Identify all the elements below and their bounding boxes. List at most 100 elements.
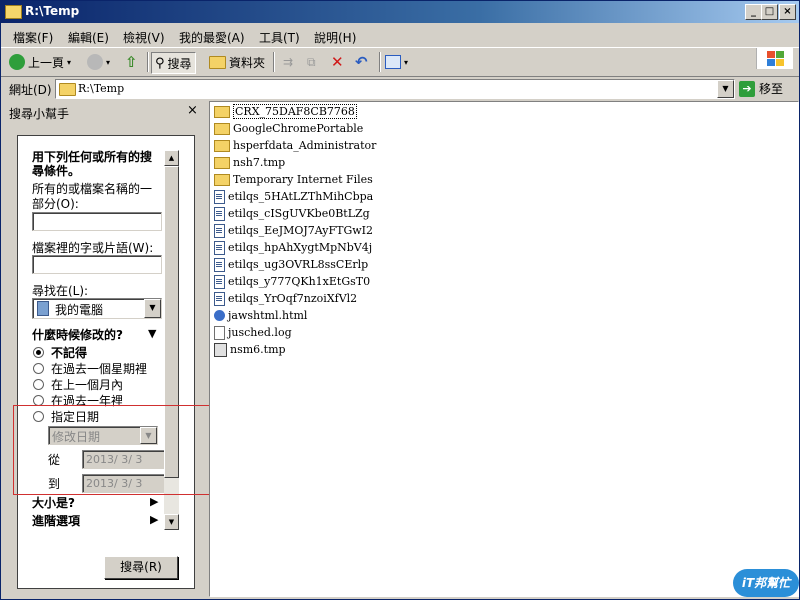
when-option-label: 在過去一個星期裡 xyxy=(51,362,148,376)
expand-arrow-icon[interactable]: ▶ xyxy=(150,513,158,526)
expand-triangle-icon[interactable]: ▼ xyxy=(148,327,156,340)
tmp-file-icon xyxy=(214,342,227,357)
close-button[interactable]: × xyxy=(779,4,796,20)
list-item[interactable]: nsh7.tmp xyxy=(214,154,285,171)
phrase-input[interactable] xyxy=(32,255,162,274)
forward-arrow-icon xyxy=(87,54,103,70)
back-arrow-icon xyxy=(9,54,25,70)
chevron-down-icon: ▾ xyxy=(67,57,72,67)
when-option-radio[interactable] xyxy=(33,379,44,390)
computer-icon xyxy=(37,301,49,316)
menu-file[interactable]: 檔案(F) xyxy=(13,29,53,46)
scroll-up-button[interactable]: ▲ xyxy=(164,150,179,166)
file-name: hsperfdata_Administrator xyxy=(233,139,377,152)
back-button[interactable]: 上一頁 ▾ xyxy=(9,52,71,72)
look-in-select[interactable]: 我的電腦 ▼ xyxy=(32,298,162,319)
list-item[interactable]: etilqs_y777QKh1xEtGsT0 xyxy=(214,273,370,290)
menu-edit[interactable]: 編輯(E) xyxy=(68,29,109,46)
file-icon xyxy=(214,189,225,204)
forward-button[interactable]: ▾ xyxy=(87,52,110,72)
expand-arrow-icon[interactable]: ▶ xyxy=(150,495,158,508)
up-arrow-icon: ⇧ xyxy=(125,53,138,71)
folders-label: 資料夾 xyxy=(229,55,266,70)
search-button[interactable]: ⚲ 搜尋 xyxy=(151,52,196,74)
file-name: etilqs_ug3OVRL8ssCErlp xyxy=(228,258,369,271)
file-icon xyxy=(214,223,225,238)
when-heading[interactable]: 什麼時候修改的? xyxy=(32,328,123,342)
address-input[interactable]: R:\Temp ▼ xyxy=(55,79,735,99)
size-heading[interactable]: 大小是? xyxy=(32,496,75,510)
address-bar: 網址(D) R:\Temp ▼ ➔ 移至 xyxy=(1,77,799,101)
views-button[interactable]: ▾ xyxy=(385,52,408,72)
look-in-label: 尋找在(L): xyxy=(32,284,89,298)
list-item[interactable]: etilqs_YrOqf7nzoiXfVl2 xyxy=(214,290,357,307)
list-item[interactable]: etilqs_EeJMOJ7AyFTGwI2 xyxy=(214,222,373,239)
menu-tools[interactable]: 工具(T) xyxy=(259,29,300,46)
close-pane-button[interactable]: × xyxy=(187,103,198,118)
chevron-down-icon: ▾ xyxy=(106,57,111,67)
list-item[interactable]: hsperfdata_Administrator xyxy=(214,137,376,154)
go-button[interactable]: ➔ 移至 xyxy=(739,80,783,97)
html-file-icon xyxy=(214,310,225,321)
file-name: jusched.log xyxy=(228,326,292,339)
chevron-down-icon: ▾ xyxy=(404,57,409,67)
when-option-radio[interactable] xyxy=(33,363,44,374)
folder-icon xyxy=(59,83,76,96)
highlight-annotation-box xyxy=(13,405,213,495)
scroll-down-button[interactable]: ▼ xyxy=(164,514,179,530)
window-title: R:\Temp xyxy=(25,4,80,18)
undo-icon: ↶ xyxy=(355,53,368,71)
minimize-button[interactable]: _ xyxy=(745,4,762,20)
watermark-logo: iT邦幫忙 xyxy=(733,569,799,597)
copy-to-button[interactable]: ⧉ xyxy=(307,52,316,72)
folder-icon xyxy=(209,55,226,69)
delete-icon: ✕ xyxy=(331,53,344,71)
folders-button[interactable]: 資料夾 xyxy=(209,52,265,72)
address-dropdown-button[interactable]: ▼ xyxy=(717,80,734,98)
when-option-radio[interactable] xyxy=(33,347,44,358)
file-name: Temporary Internet Files xyxy=(233,173,373,186)
copy-to-icon: ⧉ xyxy=(307,54,316,69)
when-option-label: 在上一個月內 xyxy=(51,378,124,392)
name-input[interactable] xyxy=(32,212,162,231)
list-item[interactable]: etilqs_cISgUVKbe0BtLZg xyxy=(214,205,370,222)
advanced-heading[interactable]: 進階選項 xyxy=(32,514,80,528)
list-item[interactable]: jawshtml.html xyxy=(214,307,307,324)
explorer-window: R:\Temp _ □ × 檔案(F) 編輯(E) 檢視(V) 我的最愛(A) … xyxy=(0,0,800,600)
toolbar-separator xyxy=(379,52,381,72)
menu-favorites[interactable]: 我的最愛(A) xyxy=(179,29,245,46)
list-item[interactable]: CRX_75DAF8CB7768 xyxy=(214,103,357,120)
list-item[interactable]: Temporary Internet Files xyxy=(214,171,373,188)
file-icon xyxy=(214,291,225,306)
menu-view[interactable]: 檢視(V) xyxy=(123,29,165,46)
list-item[interactable]: etilqs_hpAhXygtMpNbV4j xyxy=(214,239,372,256)
search-submit-button[interactable]: 搜尋(R) xyxy=(104,556,178,579)
maximize-button[interactable]: □ xyxy=(761,4,778,20)
look-in-dropdown-button[interactable]: ▼ xyxy=(144,299,161,318)
views-icon xyxy=(385,55,401,69)
list-item[interactable]: etilqs_ug3OVRL8ssCErlp xyxy=(214,256,368,273)
go-arrow-icon: ➔ xyxy=(739,80,755,97)
when-option-label: 不記得 xyxy=(51,346,88,360)
menu-help[interactable]: 說明(H) xyxy=(314,29,356,46)
up-folder-button[interactable]: ⇧ xyxy=(125,52,138,72)
file-name: nsm6.tmp xyxy=(230,343,286,356)
file-list: CRX_75DAF8CB7768 GoogleChromePortable hs… xyxy=(209,101,799,597)
list-item[interactable]: nsm6.tmp xyxy=(214,341,286,358)
folder-icon xyxy=(214,139,230,152)
file-icon xyxy=(214,206,225,221)
undo-button[interactable]: ↶ xyxy=(355,52,368,72)
folder-icon xyxy=(214,156,230,169)
delete-button[interactable]: ✕ xyxy=(331,52,344,72)
go-label: 移至 xyxy=(759,82,784,96)
title-bar[interactable]: R:\Temp _ □ × xyxy=(1,1,799,23)
file-icon xyxy=(214,274,225,289)
list-item[interactable]: GoogleChromePortable xyxy=(214,120,363,137)
list-item[interactable]: etilqs_5HAtLZThMihCbpa xyxy=(214,188,373,205)
file-name: jawshtml.html xyxy=(228,309,308,322)
search-icon: ⚲ xyxy=(155,55,165,71)
list-item[interactable]: jusched.log xyxy=(214,324,292,341)
move-to-button[interactable]: ⇉ xyxy=(283,52,293,72)
file-name: nsh7.tmp xyxy=(233,156,286,169)
phrase-label: 檔案裡的字或片語(W): xyxy=(32,241,154,255)
